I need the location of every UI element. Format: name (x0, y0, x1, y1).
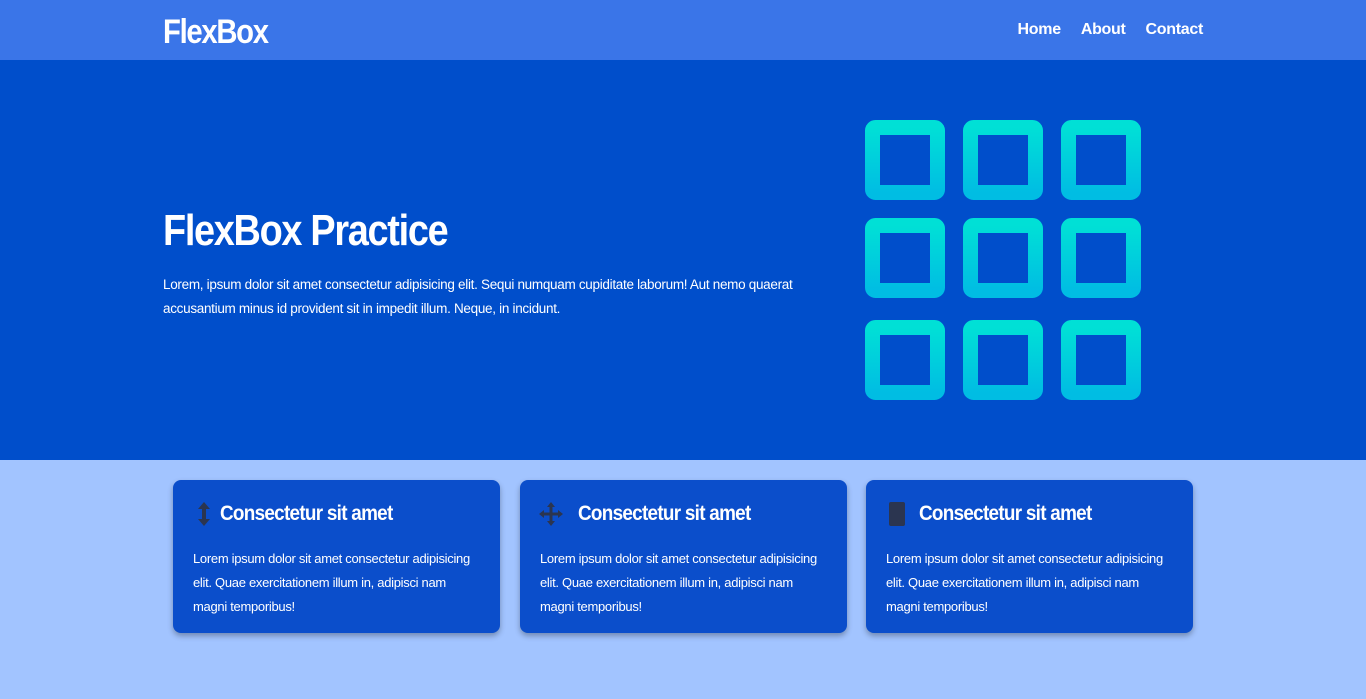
navbar: FlexBox Home About Contact (0, 0, 1366, 60)
grid-square (865, 218, 945, 298)
feature-card: Consectetur sit amet Lorem ipsum dolor s… (866, 480, 1193, 633)
grid-squares-icon (865, 120, 1141, 400)
card-text: Lorem ipsum dolor sit amet consectetur a… (886, 551, 1163, 614)
grid-square (865, 120, 945, 200)
hero-title: FlexBox Practice (163, 206, 449, 255)
nav-link-about[interactable]: About (1081, 19, 1126, 41)
feature-card: Consectetur sit amet Lorem ipsum dolor s… (173, 480, 500, 633)
card-title: Consectetur sit amet (578, 502, 751, 525)
hero-text: Lorem, ipsum dolor sit amet consectetur … (163, 277, 793, 316)
grid-square (1061, 218, 1141, 298)
card-title: Consectetur sit amet (220, 502, 393, 525)
grid-square (865, 320, 945, 400)
nav-link-home[interactable]: Home (1018, 19, 1062, 41)
feature-card: Consectetur sit amet Lorem ipsum dolor s… (520, 480, 847, 633)
nav-link-contact[interactable]: Contact (1146, 19, 1204, 41)
grid-square (963, 120, 1043, 200)
hero-section: FlexBox Practice Lorem, ipsum dolor sit … (0, 60, 1366, 460)
grid-square (1061, 120, 1141, 200)
tablet-icon (889, 502, 905, 526)
arrows-up-down-icon (198, 502, 210, 526)
grid-square (1061, 320, 1141, 400)
card-title: Consectetur sit amet (919, 502, 1092, 525)
card-text: Lorem ipsum dolor sit amet consectetur a… (540, 551, 817, 614)
arrows-move-icon (539, 502, 563, 526)
grid-square (963, 218, 1043, 298)
card-text: Lorem ipsum dolor sit amet consectetur a… (193, 551, 470, 614)
nav-links: Home About Contact (998, 19, 1204, 41)
site-logo[interactable]: FlexBox (163, 12, 269, 52)
grid-square (963, 320, 1043, 400)
feature-cards: Consectetur sit amet Lorem ipsum dolor s… (173, 480, 1193, 633)
